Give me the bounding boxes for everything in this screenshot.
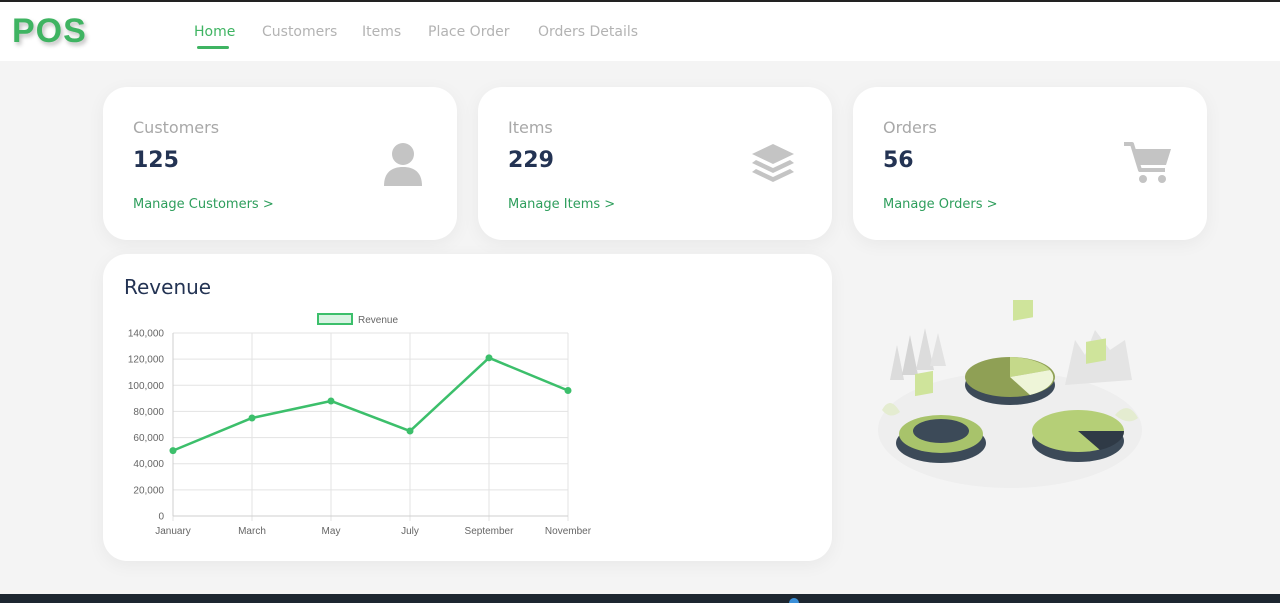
data-point [248,414,256,422]
customers-label: Customers [133,118,220,137]
x-tick-label: September [465,526,515,537]
cart-icon [1124,142,1171,183]
x-tick-label: May [322,526,341,537]
legend-swatch [317,313,353,325]
orders-card: Orders 56 Manage Orders > [853,87,1207,240]
items-count: 229 [508,148,554,173]
taskbar-indicator [789,598,799,603]
customers-card: Customers 125 Manage Customers > [103,87,457,240]
y-tick-label: 140,000 [128,329,165,340]
items-card: Items 229 Manage Items > [478,87,832,240]
x-tick-label: July [401,526,419,537]
x-tick-label: November [545,526,592,537]
customers-count: 125 [133,148,179,173]
x-tick-label: January [155,526,191,537]
manage-orders-link[interactable]: Manage Orders > [883,197,998,212]
data-point [327,397,335,405]
y-tick-label: 60,000 [133,433,164,444]
y-tick-label: 20,000 [133,485,164,496]
analytics-illustration [878,300,1142,488]
nav-customers[interactable]: Customers [262,24,337,40]
legend-label: Revenue [358,315,398,326]
data-point [564,387,572,395]
nav-place-order[interactable]: Place Order [428,24,509,40]
user-icon [384,143,422,186]
y-tick-label: 0 [158,512,164,523]
revenue-line-chart: 0 20,000 40,000 60,000 80,000 100,000 120,000 1… [128,313,592,537]
orders-label: Orders [883,118,937,137]
revenue-card: Revenue 0 20,000 40,000 60,000 80,000 100,000… [103,254,832,561]
y-tick-label: 100,000 [128,381,165,392]
y-tick-label: 40,000 [133,459,164,470]
x-tick-label: March [238,526,266,537]
data-point [169,447,177,455]
data-point [485,354,493,362]
nav-active-indicator [197,46,229,49]
nav-home[interactable]: Home [194,24,235,40]
manage-items-link[interactable]: Manage Items > [508,197,615,212]
app-logo[interactable]: POS [12,12,87,51]
y-tick-label: 80,000 [133,407,164,418]
layers-icon [752,144,794,182]
series-line-revenue [172,356,569,452]
top-navbar: POS Home Customers Items Place Order Ord… [0,2,1280,61]
nav-items[interactable]: Items [362,24,401,40]
items-label: Items [508,118,553,137]
data-point [406,427,414,435]
y-tick-label: 120,000 [128,355,165,366]
nav-orders-details[interactable]: Orders Details [538,24,638,40]
orders-count: 56 [883,148,914,173]
manage-customers-link[interactable]: Manage Customers > [133,197,274,212]
taskbar-strip [0,594,1280,603]
